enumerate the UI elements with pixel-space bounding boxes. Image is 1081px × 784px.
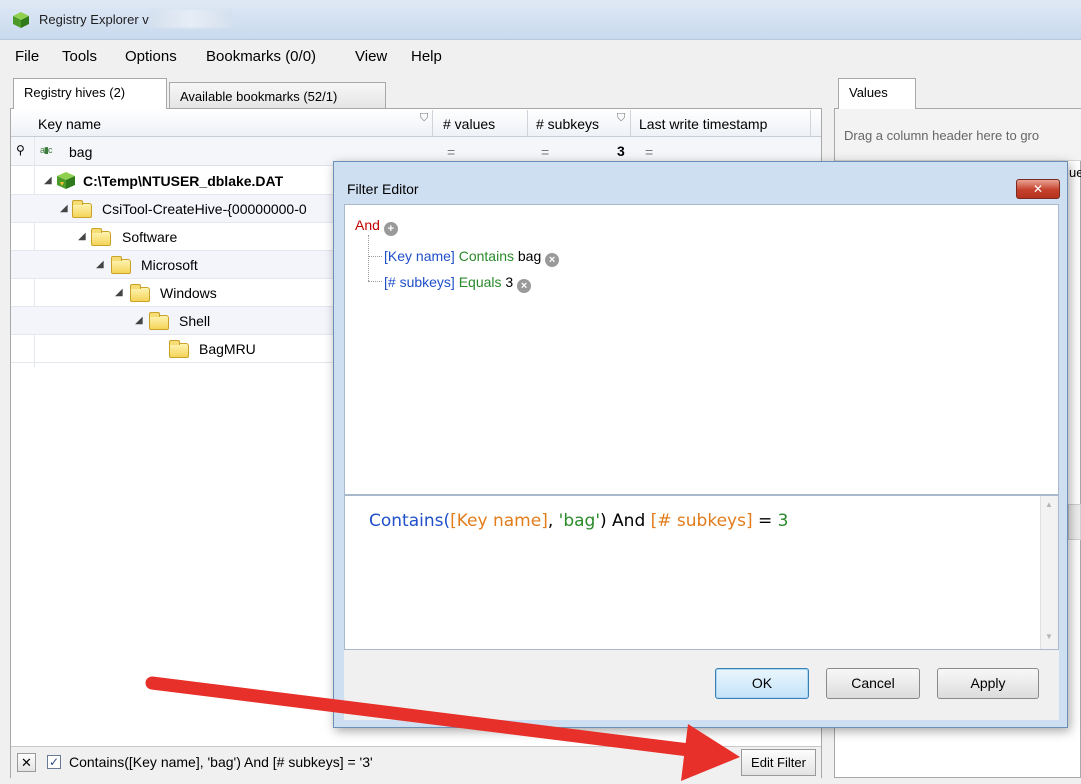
expr-string: 'bag' — [558, 511, 600, 531]
subkeys-filter-operator[interactable]: = — [541, 144, 549, 160]
filter-funnel-icon[interactable]: ⛉ — [420, 112, 428, 125]
tree-connector — [368, 235, 369, 281]
expr-field: [# subkeys] — [650, 511, 753, 531]
condition-operator[interactable]: Equals — [459, 274, 502, 290]
expr-number: 3 — [777, 511, 789, 531]
expr-field: [Key name] — [450, 511, 548, 531]
condition-row[interactable]: [# subkeys] Equals 3 × — [384, 274, 532, 293]
expr-and: ) And — [600, 511, 651, 531]
tree-connector — [368, 256, 382, 257]
edit-filter-button[interactable]: Edit Filter — [741, 749, 816, 776]
filter-funnel-icon[interactable]: ⛉ — [617, 112, 625, 125]
folder-icon — [72, 200, 92, 218]
timestamp-filter-operator[interactable]: = — [645, 144, 653, 160]
partial-column-header: ue — [1069, 165, 1081, 180]
remove-condition-icon[interactable]: × — [517, 279, 532, 293]
folder-icon — [130, 284, 150, 302]
tab-available-bookmarks[interactable]: Available bookmarks (52/1) — [169, 82, 386, 109]
column-key-name[interactable]: Key name — [38, 116, 101, 132]
expr-function: Contains( — [369, 511, 451, 531]
folder-icon — [149, 312, 169, 330]
column-subkeys[interactable]: # subkeys — [536, 116, 599, 132]
menu-help[interactable]: Help — [411, 48, 442, 65]
remove-condition-icon[interactable]: × — [545, 253, 560, 267]
tree-connector — [368, 281, 382, 282]
condition-value[interactable]: bag — [518, 248, 541, 264]
collapse-icon[interactable]: ◢ — [135, 315, 143, 326]
tree-label: Windows — [160, 285, 217, 301]
filter-expression[interactable]: Contains([Key name], 'bag') And [# subke… — [369, 511, 788, 531]
menu-options[interactable]: Options — [125, 48, 177, 65]
active-filter-text: Contains([Key name], 'bag') And [# subke… — [69, 754, 373, 770]
filter-condition-tree: And + [Key name] Contains bag × [# subke… — [344, 204, 1059, 495]
expression-scrollbar[interactable]: ▲ ▼ — [1040, 496, 1058, 649]
tree-label: Shell — [179, 313, 211, 329]
string-filter-icon: a▮c — [40, 145, 53, 155]
dialog-title: Filter Editor — [347, 181, 419, 197]
column-divider — [432, 110, 433, 136]
group-operator[interactable]: And + — [355, 217, 398, 236]
condition-field[interactable]: [# subkeys] — [384, 274, 455, 290]
filter-editor-dialog: Filter Editor ✕ And + [Key name] Contain… — [333, 161, 1068, 728]
subkeys-filter-value[interactable]: 3 — [617, 143, 625, 159]
group-operator-label[interactable]: And — [355, 217, 380, 233]
apply-button[interactable]: Apply — [937, 668, 1039, 699]
collapse-icon[interactable]: ◢ — [78, 231, 86, 242]
tab-values[interactable]: Values — [838, 78, 916, 109]
scroll-up-icon[interactable]: ▲ — [1045, 500, 1053, 509]
tree-label: BagMRU — [199, 341, 256, 357]
menu-view[interactable]: View — [355, 48, 387, 65]
column-divider — [630, 110, 631, 136]
values-filter-operator[interactable]: = — [447, 144, 455, 160]
app-cube-icon — [13, 12, 29, 28]
collapse-icon[interactable]: ◢ — [44, 175, 52, 186]
column-divider — [810, 110, 811, 136]
add-condition-icon[interactable]: + — [383, 222, 398, 236]
tree-label: Software — [122, 229, 178, 245]
window-title: Registry Explorer v — [39, 12, 149, 27]
folder-icon — [111, 256, 131, 274]
filter-expression-editor[interactable]: Contains([Key name], 'bag') And [# subke… — [344, 495, 1059, 650]
column-last-write[interactable]: Last write timestamp — [639, 116, 767, 132]
expr-equals: = — [752, 511, 778, 531]
menu-bookmarks[interactable]: Bookmarks (0/0) — [206, 48, 316, 65]
menu-tools[interactable]: Tools — [62, 48, 97, 65]
partial-scrollbar[interactable] — [1068, 504, 1081, 540]
collapse-icon[interactable]: ◢ — [96, 259, 104, 270]
filter-enabled-checkbox[interactable]: ✓ — [47, 755, 61, 769]
column-values[interactable]: # values — [443, 116, 495, 132]
version-redaction — [150, 10, 232, 28]
ok-button[interactable]: OK — [715, 668, 809, 699]
condition-row[interactable]: [Key name] Contains bag × — [384, 248, 560, 267]
tab-registry-hives[interactable]: Registry hives (2) — [13, 78, 167, 109]
condition-value[interactable]: 3 — [505, 274, 513, 290]
collapse-icon[interactable]: ◢ — [60, 203, 68, 214]
cancel-button[interactable]: Cancel — [826, 668, 920, 699]
condition-field[interactable]: [Key name] — [384, 248, 455, 264]
scroll-down-icon[interactable]: ▼ — [1045, 632, 1053, 641]
clear-filter-button[interactable]: ✕ — [17, 753, 36, 772]
hive-cube-icon — [57, 172, 75, 189]
collapse-icon[interactable]: ◢ — [115, 287, 123, 298]
key-name-filter-value[interactable]: bag — [69, 144, 92, 160]
dialog-close-button[interactable]: ✕ — [1016, 179, 1060, 199]
tree-label: C:\Temp\NTUSER_dblake.DAT — [83, 173, 284, 189]
condition-operator[interactable]: Contains — [459, 248, 514, 264]
column-divider — [527, 110, 528, 136]
expr-separator: , — [547, 511, 559, 531]
tree-label: CsiTool-CreateHive-{00000000-0 — [102, 201, 307, 217]
menu-file[interactable]: File — [15, 48, 39, 65]
group-hint: Drag a column header here to gro — [844, 128, 1040, 143]
folder-icon — [91, 228, 111, 246]
folder-icon — [169, 340, 189, 358]
tree-label: Microsoft — [141, 257, 198, 273]
